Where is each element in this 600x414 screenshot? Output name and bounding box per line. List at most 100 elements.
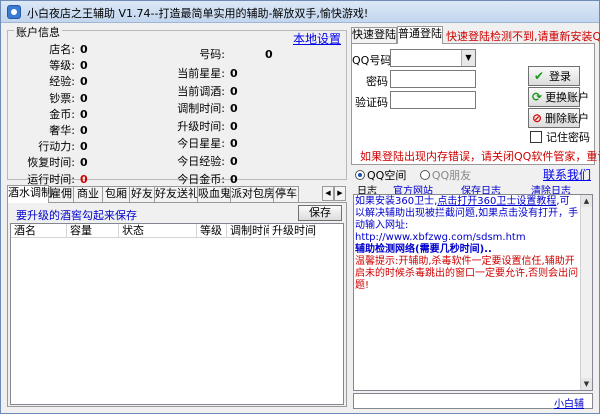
- login-button[interactable]: ✔ 登录: [528, 66, 580, 86]
- log-scrollbar[interactable]: ▲ ▼: [580, 195, 592, 390]
- qq-space-radio[interactable]: QQ空间: [355, 169, 406, 182]
- stat-label: 金币:: [49, 108, 75, 121]
- footer-brand-link[interactable]: 小白辅: [554, 395, 584, 410]
- stat-value: 0: [80, 124, 88, 137]
- account-stat-row: 当前调酒: 0: [161, 83, 238, 99]
- log-footer: 小白辅: [353, 393, 593, 410]
- log-text: 如果安装360卫士,点击打开360卫士设置教程,可以解决辅助出现被拦截问题,如果…: [355, 196, 579, 292]
- stat-label: 今日金币:: [177, 173, 225, 186]
- account-stat-row: 钞票: 0: [15, 90, 88, 106]
- column-header[interactable]: 容量: [67, 224, 119, 238]
- captcha-label: 验证码: [355, 96, 388, 109]
- window-title: 小白夜店之王辅助 V1.74--打造最简单实用的辅助-解放双手,愉快游戏!: [27, 7, 369, 20]
- stat-value: 0: [80, 92, 88, 105]
- tab-normal-login[interactable]: 普通登陆: [397, 26, 443, 44]
- stat-value: 0: [80, 156, 88, 169]
- scroll-up-arrow-icon[interactable]: ▲: [581, 195, 592, 207]
- stat-label: 今日星星:: [177, 137, 225, 150]
- app-icon: [7, 5, 21, 19]
- save-button[interactable]: 保存: [298, 205, 342, 221]
- stat-value: 0: [230, 137, 238, 150]
- qq-number-combo[interactable]: ▼: [390, 49, 476, 67]
- log-360-tutorial-link[interactable]: 点击打开360卫士设置教程: [437, 196, 556, 207]
- qq-space-label: QQ空间: [367, 169, 407, 182]
- local-settings-link[interactable]: 本地设置: [293, 30, 341, 47]
- tab-quick-login[interactable]: 快速登陆: [351, 27, 397, 43]
- stat-label: 经验:: [49, 75, 75, 88]
- tab-5[interactable]: 好友: [129, 186, 155, 202]
- stat-label: 奢华:: [49, 124, 75, 137]
- remember-password-checkbox[interactable]: 记住密码: [530, 129, 590, 145]
- tab-7[interactable]: 吸血鬼: [197, 186, 231, 202]
- stat-label: 当前星星:: [177, 67, 225, 80]
- checkmark-icon: ✔: [533, 69, 545, 83]
- account-stat-row: 行动力: 0: [15, 138, 88, 154]
- tab-3[interactable]: 商业: [73, 186, 103, 202]
- login-panel: QQ号码 ▼ 密码 验证码 ✔ 登录 ⟳ 更换账户 ⊘ 删除账户 记住密码 如果…: [351, 43, 600, 165]
- stat-label: 店名:: [49, 43, 75, 56]
- column-header[interactable]: 升级时间: [269, 224, 316, 238]
- qq-number-label: QQ号码: [352, 54, 392, 67]
- tab-1[interactable]: 酒水调制: [7, 185, 52, 203]
- column-header[interactable]: 调制时间: [227, 224, 274, 238]
- column-header[interactable]: 状态: [119, 224, 197, 238]
- account-stat-row: 今日星星: 0: [161, 135, 238, 151]
- chevron-down-icon[interactable]: ▼: [461, 50, 475, 66]
- password-field[interactable]: [390, 70, 476, 88]
- memory-error-warning: 如果登陆出现内存错误，请关闭QQ软件管家，重试.: [360, 150, 600, 163]
- account-stat-row: 今日金币: 0: [161, 171, 237, 187]
- tab-4[interactable]: 包厢: [102, 186, 130, 202]
- login-button-label: 登录: [549, 70, 571, 83]
- tab-8[interactable]: 派对包房: [230, 186, 275, 202]
- account-stat-row: 号码: 0: [191, 46, 273, 62]
- account-stat-row: 等级: 0: [15, 57, 87, 73]
- column-header[interactable]: 酒名: [11, 224, 67, 238]
- captcha-field[interactable]: [390, 91, 476, 109]
- stat-value: 0: [230, 155, 238, 168]
- stat-value: 0: [230, 85, 238, 98]
- no-entry-icon: ⊘: [532, 111, 543, 125]
- tab-scroll-left-button[interactable]: ◀: [322, 186, 334, 201]
- switch-account-button[interactable]: ⟳ 更换账户: [528, 87, 589, 107]
- stat-value: 0: [80, 75, 88, 88]
- account-info-title: 账户信息: [14, 24, 62, 40]
- stat-label: 号码:: [199, 48, 225, 61]
- account-stat-row: 经验: 0: [15, 73, 88, 89]
- wine-list[interactable]: 酒名 容量 状态 等级 调制时间 升级时间: [10, 223, 344, 405]
- log-warm-tip: 温馨提示:开辅助,杀毒软件一定要设置信任,辅助开启未的时候杀毒跳出的窗口一定要允…: [355, 256, 579, 291]
- password-label: 密码: [366, 75, 388, 88]
- remember-password-label: 记住密码: [546, 131, 590, 144]
- stat-value: 0: [265, 48, 273, 61]
- account-stat-row: 调制时间: 0: [161, 100, 237, 116]
- stat-value: 0: [230, 67, 238, 80]
- checkbox-box[interactable]: [530, 131, 542, 143]
- tab-panel-wine: 要升级的酒窖勾起来保存 保存 酒名 容量 状态 等级 调制时间 升级时间: [7, 202, 347, 407]
- stat-value: 0: [230, 120, 238, 133]
- scroll-down-arrow-icon[interactable]: ▼: [581, 378, 592, 390]
- delete-account-button[interactable]: ⊘ 删除账户: [528, 108, 589, 128]
- feature-tabs: 酒水调制 雇佣 商业 包厢 好友 好友送礼 吸血鬼 派对包房 停车: [7, 185, 345, 203]
- stat-label: 行动力:: [38, 140, 75, 153]
- switch-account-label: 更换账户: [545, 91, 590, 104]
- account-stat-row: 今日经验: 0: [161, 153, 238, 169]
- account-stat-row: 恢复时间: 0: [15, 154, 88, 170]
- log-toolbar: 日志 官方网站 保存日志 清除日志: [355, 182, 595, 197]
- stat-label: 钞票:: [49, 92, 75, 105]
- account-stat-row: 升级时间: 0: [161, 118, 238, 134]
- stat-label: 升级时间:: [177, 120, 225, 133]
- column-header[interactable]: 等级: [197, 224, 227, 238]
- log-network-check: 辅助检测网络(需要几秒时间)..: [355, 244, 492, 255]
- tab-9[interactable]: 停车: [273, 186, 299, 202]
- qq-friend-radio[interactable]: QQ朋友: [419, 169, 471, 182]
- main-window: 小白夜店之王辅助 V1.74--打造最简单实用的辅助-解放双手,愉快游戏! 账户…: [0, 0, 600, 414]
- radio-unselected-icon[interactable]: [419, 170, 430, 180]
- stat-label: 等级:: [49, 59, 75, 72]
- stat-label: 当前调酒:: [177, 85, 225, 98]
- contact-us-link[interactable]: 联系我们: [543, 166, 591, 183]
- radio-selected-icon[interactable]: [355, 170, 365, 180]
- tab-6[interactable]: 好友送礼: [154, 186, 199, 202]
- log-box[interactable]: 如果安装360卫士,点击打开360卫士设置教程,可以解决辅助出现被拦截问题,如果…: [353, 194, 593, 391]
- stat-value: 0: [80, 140, 88, 153]
- log-url: http://www.xbfzwg.com/sdsm.htm: [355, 232, 526, 243]
- tab-scroll-right-button[interactable]: ▶: [334, 186, 346, 201]
